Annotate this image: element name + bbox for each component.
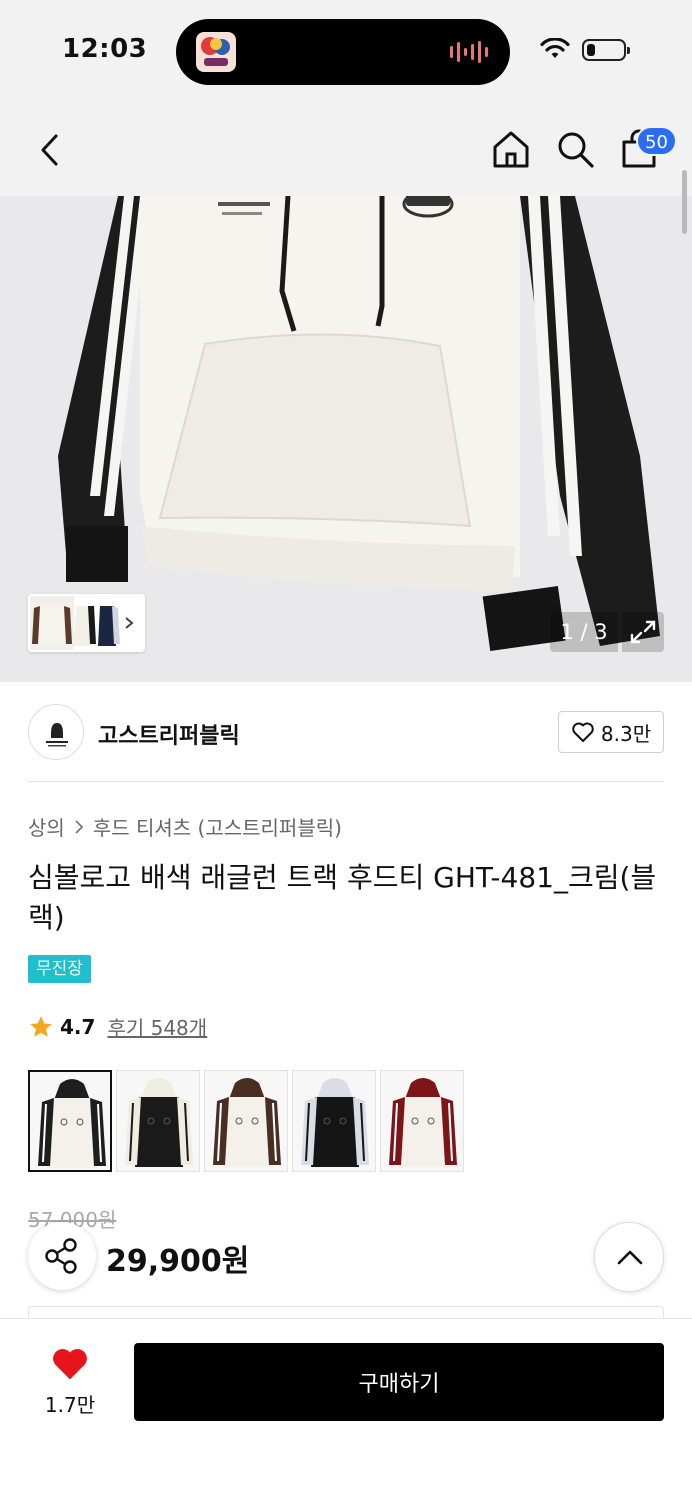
- color-swatch[interactable]: [116, 1070, 200, 1172]
- scrollbar[interactable]: [682, 170, 687, 234]
- rating-summary[interactable]: 4.7 후기 548개: [28, 1012, 207, 1041]
- wifi-icon: [540, 37, 570, 64]
- product-image-gallery[interactable]: 1 / 3: [0, 196, 692, 682]
- color-swatch[interactable]: [204, 1070, 288, 1172]
- search-icon[interactable]: [554, 128, 596, 170]
- review-count-link[interactable]: 후기 548개: [107, 1012, 207, 1041]
- breadcrumb: 상의 후드 티셔츠 (고스트리퍼블릭): [28, 812, 342, 841]
- rating-score: 4.7: [60, 1014, 96, 1039]
- scroll-top-button[interactable]: [594, 1222, 664, 1292]
- brand-like-count: 8.3만: [600, 721, 652, 746]
- breadcrumb-subcategory[interactable]: 후드 티셔츠 (고스트리퍼블릭): [93, 812, 342, 841]
- buy-button[interactable]: 구매하기: [134, 1343, 664, 1421]
- status-bar: 12:03: [0, 0, 692, 100]
- home-icon[interactable]: [490, 128, 532, 170]
- share-icon: [45, 1238, 77, 1274]
- star-icon: [30, 1015, 52, 1037]
- divider: [28, 781, 664, 782]
- back-icon[interactable]: [30, 128, 70, 172]
- status-time: 12:03: [62, 34, 148, 64]
- brand-like-button[interactable]: 8.3만: [558, 711, 664, 753]
- sale-price: 29,900원: [106, 1244, 250, 1279]
- top-nav: [0, 100, 692, 196]
- app-icon: [196, 32, 236, 72]
- brand-row: 고스트리퍼블릭 8.3만: [0, 682, 692, 782]
- heart-icon: [53, 1349, 87, 1380]
- color-swatch[interactable]: [292, 1070, 376, 1172]
- product-title: 심볼로고 배색 래글런 트랙 후드티 GHT-481_크림(블랙): [28, 861, 657, 934]
- cart-count-badge: 50: [636, 126, 677, 156]
- chevron-up-icon: [617, 1250, 643, 1265]
- color-swatches: [28, 1070, 464, 1172]
- delivery-badge: 무진장: [28, 955, 91, 983]
- chevron-right-icon: [75, 819, 84, 834]
- color-swatch[interactable]: [28, 1070, 112, 1172]
- audio-wave-icon: [450, 41, 488, 63]
- battery-icon: [582, 39, 630, 61]
- image-counter: 1 / 3: [550, 612, 618, 652]
- dynamic-island[interactable]: [176, 19, 510, 85]
- favorite-button[interactable]: 1.7만: [40, 1345, 100, 1418]
- brand-name[interactable]: 고스트리퍼블릭: [98, 718, 240, 750]
- heart-outline-icon: [572, 722, 594, 742]
- share-button[interactable]: [28, 1222, 96, 1290]
- favorite-count: 1.7만: [44, 1393, 96, 1417]
- brand-logo[interactable]: [28, 704, 84, 760]
- breadcrumb-category[interactable]: 상의: [28, 812, 65, 841]
- bottom-action-bar: 1.7만 구매하기: [0, 1318, 692, 1500]
- color-swatch[interactable]: [380, 1070, 464, 1172]
- expand-icon[interactable]: [622, 612, 664, 652]
- image-thumbnails-strip[interactable]: [28, 594, 145, 652]
